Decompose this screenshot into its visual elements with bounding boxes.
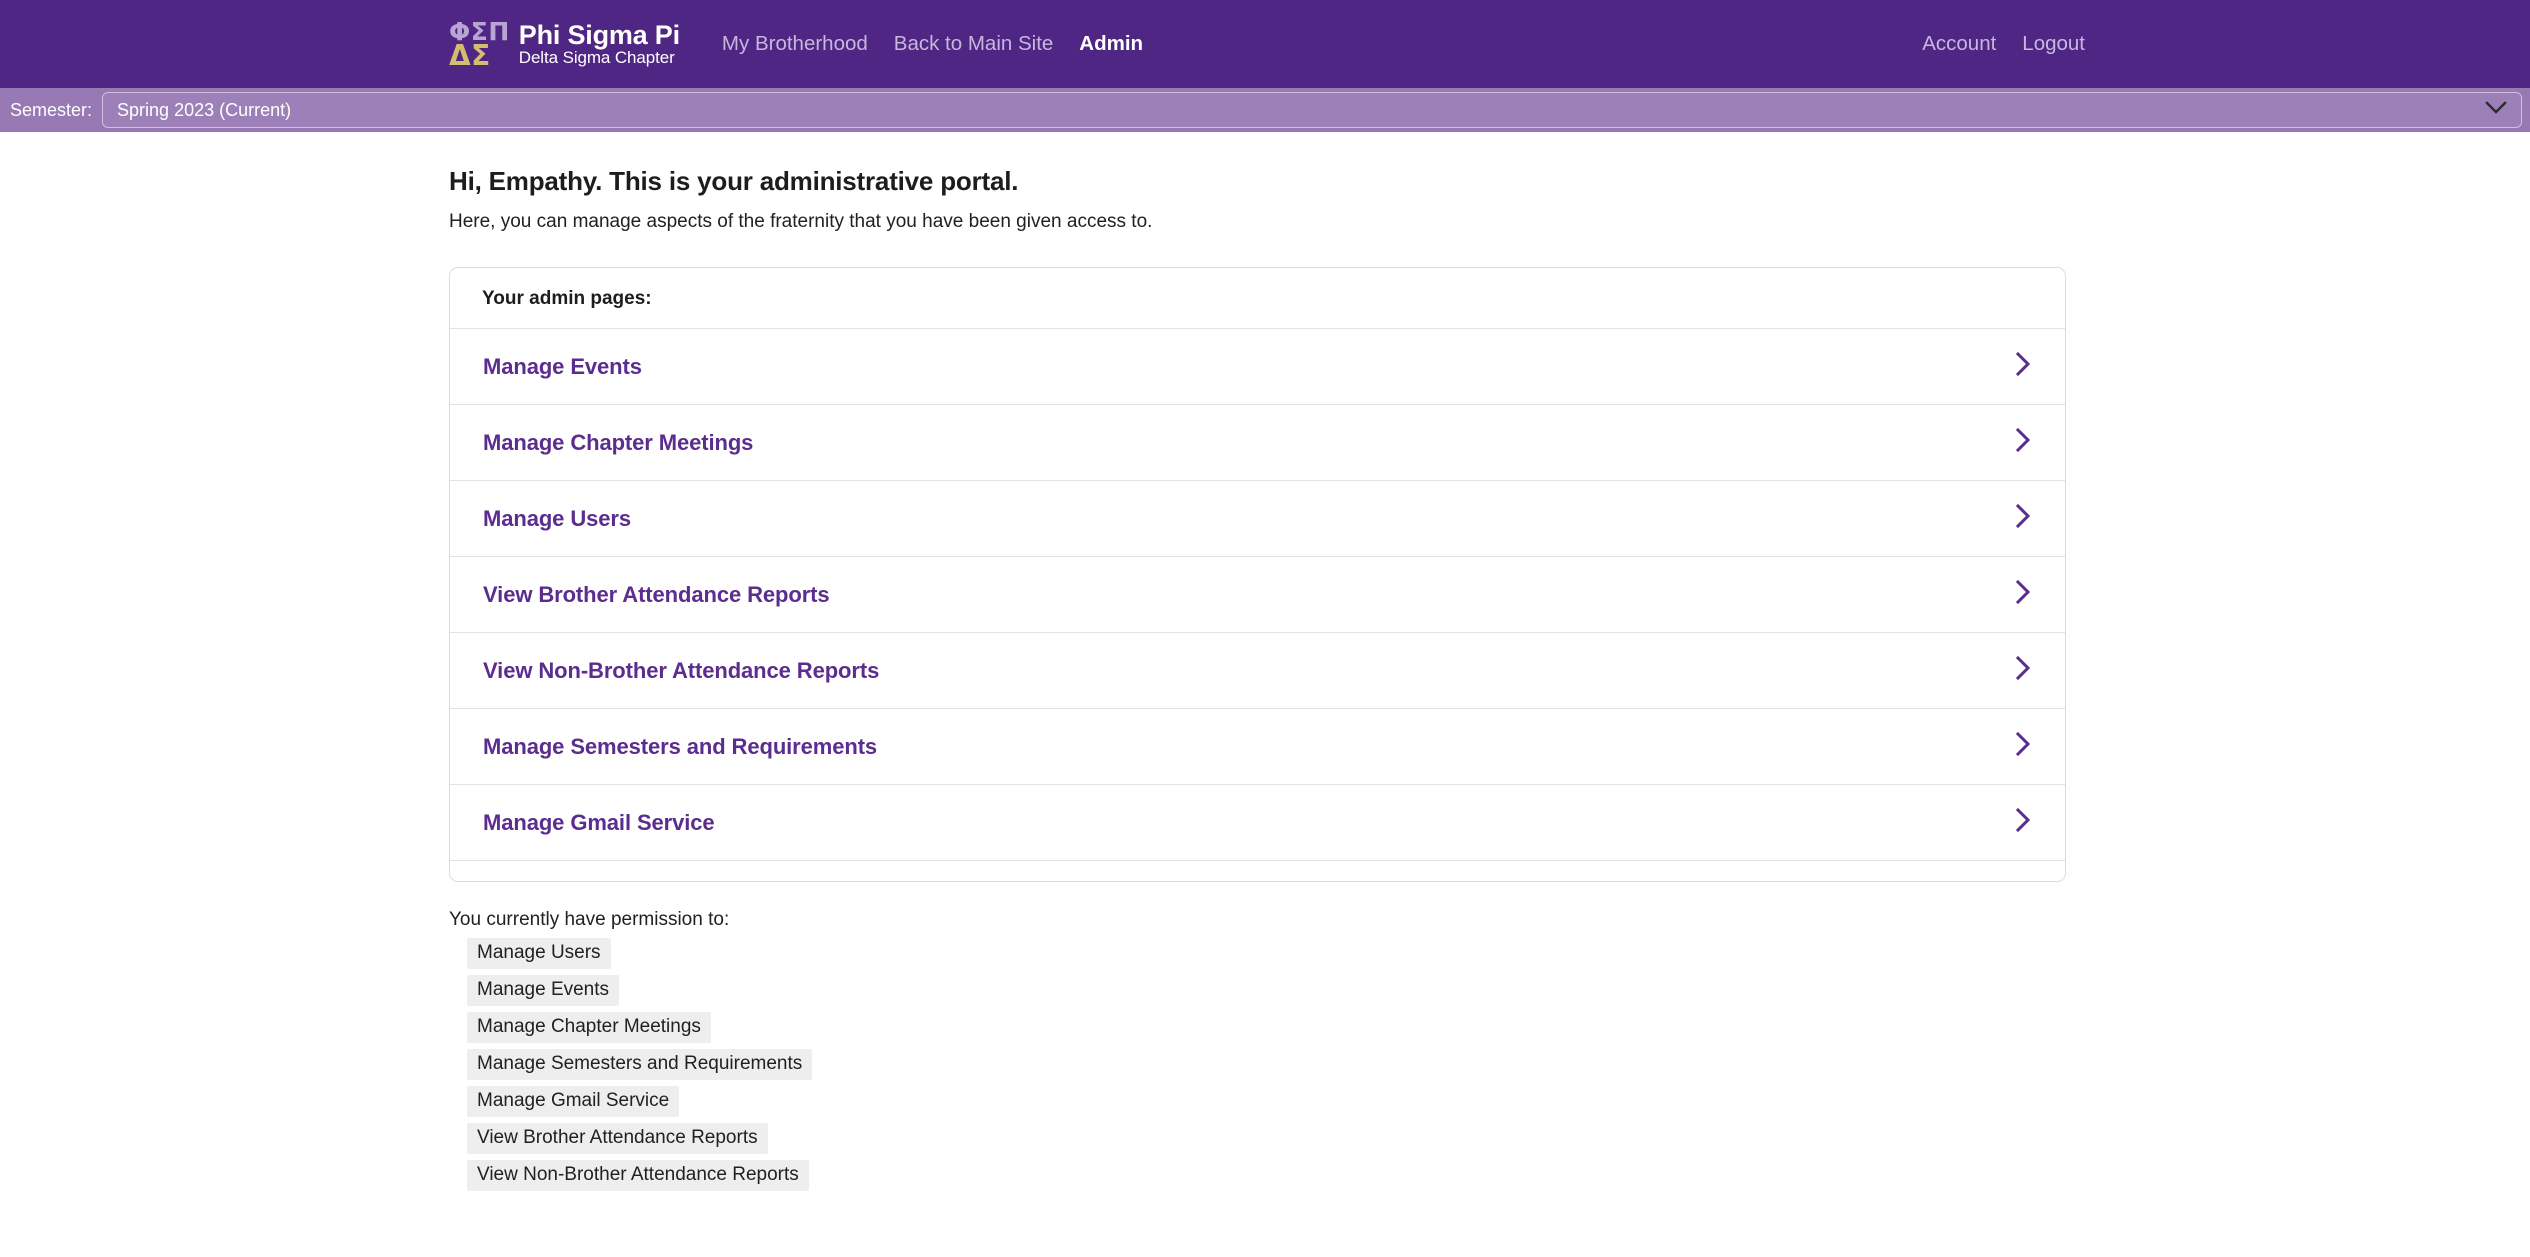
permissions-title: You currently have permission to: [449,909,2530,931]
list-item-view-non-brother-attendance-reports[interactable]: View Non-Brother Attendance Reports [450,633,2065,709]
top-navbar: ΦΣΠ ΔΣ Phi Sigma Pi Delta Sigma Chapter … [0,0,2530,88]
page-subtitle: Here, you can manage aspects of the frat… [449,211,2530,233]
list-item-label: View Brother Attendance Reports [483,582,830,608]
greek-letters-logo: ΦΣΠ ΔΣ [449,20,510,69]
nav-link-back-to-main-site[interactable]: Back to Main Site [881,32,1067,56]
list-item-label: Manage Semesters and Requirements [483,734,877,760]
brand-wordmark: Phi Sigma Pi Delta Sigma Chapter [519,21,680,67]
chevron-down-icon [2485,101,2507,120]
permission-badge: Manage Semesters and Requirements [467,1049,812,1080]
chevron-right-icon [2015,503,2031,534]
semester-bar: Semester: Spring 2023 (Current) [0,88,2530,132]
main-nav-links: My Brotherhood Back to Main Site Admin [709,32,1156,56]
list-item-manage-chapter-meetings[interactable]: Manage Chapter Meetings [450,405,2065,481]
permission-badge: Manage Events [467,975,619,1006]
semester-selected-value: Spring 2023 (Current) [117,100,291,121]
nav-link-account[interactable]: Account [1909,32,2009,56]
brand-logo[interactable]: ΦΣΠ ΔΣ Phi Sigma Pi Delta Sigma Chapter [449,20,680,69]
permission-badge: View Non-Brother Attendance Reports [467,1160,809,1191]
brand-title: Phi Sigma Pi [519,21,680,49]
list-item-manage-semesters-and-requirements[interactable]: Manage Semesters and Requirements [450,709,2065,785]
chevron-right-icon [2015,807,2031,838]
chevron-right-icon [2015,351,2031,382]
account-nav-links: Account Logout [1909,32,2098,56]
admin-pages-card: Your admin pages: Manage Events Manage C… [449,267,2066,882]
admin-pages-list: Manage Events Manage Chapter Meetings Ma… [450,329,2065,861]
list-item-manage-events[interactable]: Manage Events [450,329,2065,405]
card-header-label: Your admin pages: [482,288,652,309]
permission-badge: View Brother Attendance Reports [467,1123,768,1154]
list-item-manage-gmail-service[interactable]: Manage Gmail Service [450,785,2065,861]
semester-select[interactable]: Spring 2023 (Current) [102,92,2522,128]
list-item-label: Manage Gmail Service [483,810,715,836]
page-title: Hi, Empathy. This is your administrative… [449,166,2530,197]
greek-letters-bottom: ΔΣ [449,43,510,69]
list-item-label: Manage Events [483,354,642,380]
main-content: Hi, Empathy. This is your administrative… [0,132,2530,882]
nav-link-admin[interactable]: Admin [1066,32,1156,56]
card-header: Your admin pages: [450,268,2065,329]
chevron-right-icon [2015,579,2031,610]
permissions-list: Manage Users Manage Events Manage Chapte… [467,938,2530,1197]
list-item-label: Manage Users [483,506,631,532]
permission-badge: Manage Users [467,938,611,969]
semester-label: Semester: [10,100,92,121]
nav-link-my-brotherhood[interactable]: My Brotherhood [709,32,881,56]
chevron-right-icon [2015,655,2031,686]
card-footer [450,861,2065,881]
nav-link-logout[interactable]: Logout [2009,32,2098,56]
list-item-label: View Non-Brother Attendance Reports [483,658,879,684]
permission-badge: Manage Chapter Meetings [467,1012,711,1043]
permission-badge: Manage Gmail Service [467,1086,679,1117]
chevron-right-icon [2015,427,2031,458]
list-item-manage-users[interactable]: Manage Users [450,481,2065,557]
list-item-view-brother-attendance-reports[interactable]: View Brother Attendance Reports [450,557,2065,633]
list-item-label: Manage Chapter Meetings [483,430,753,456]
chevron-right-icon [2015,731,2031,762]
permissions-section: You currently have permission to: Manage… [0,882,2530,1197]
brand-subtitle: Delta Sigma Chapter [519,49,680,67]
